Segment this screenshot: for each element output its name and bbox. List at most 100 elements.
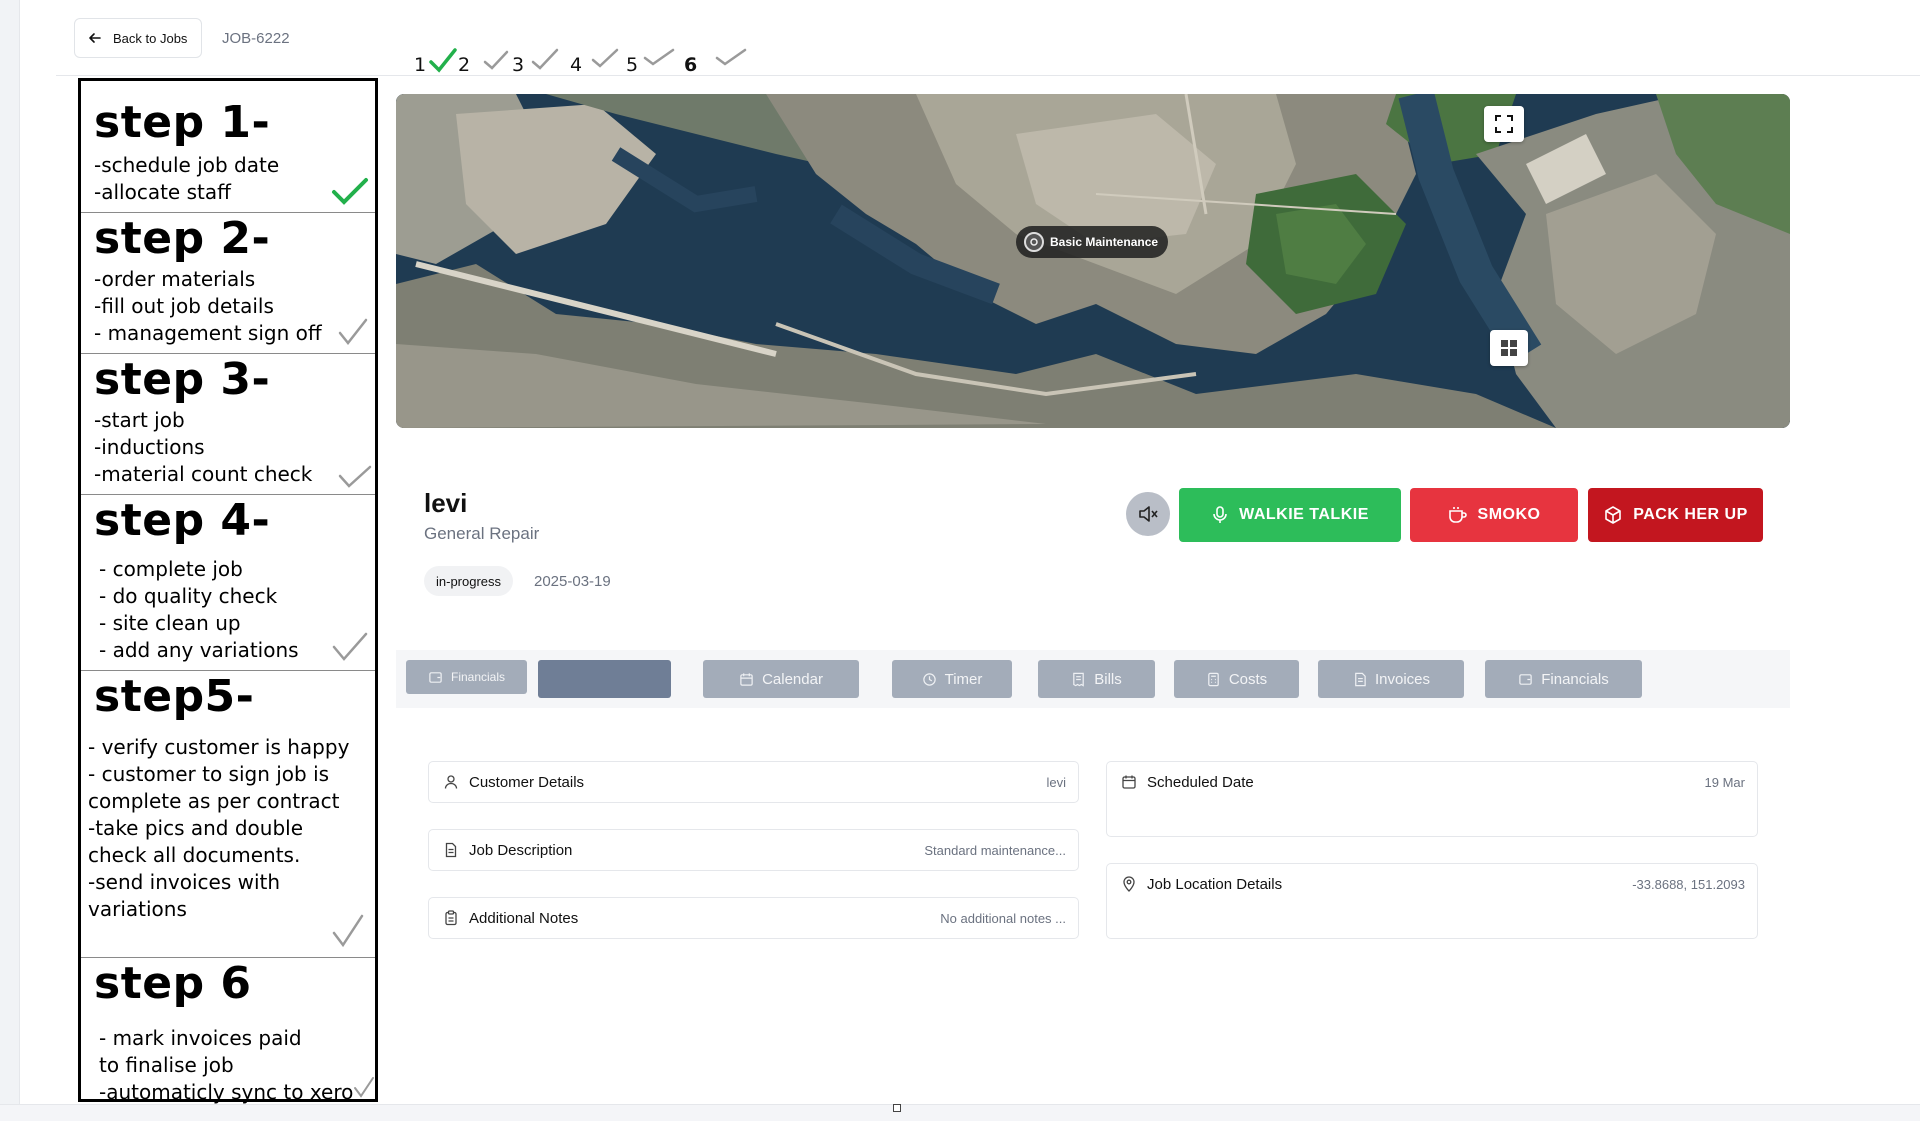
check-pending-icon <box>354 1077 374 1098</box>
tab-financials[interactable]: Financials <box>406 660 527 694</box>
detail-value: -33.8688, 151.2093 <box>1632 877 1745 892</box>
step-number: 4 <box>570 54 583 76</box>
tab-calendar[interactable]: Calendar <box>703 660 859 698</box>
step-task: -material count check <box>94 462 313 486</box>
job-description-row[interactable]: Job Description Standard maintenance... <box>428 829 1079 871</box>
step-title: step 1- <box>94 97 271 148</box>
map-view-toggle-button[interactable] <box>1490 330 1528 366</box>
step-number: 5 <box>626 54 639 76</box>
step-title: step 3- <box>94 354 271 405</box>
step-2: step 2- -order materials -fill out job d… <box>81 213 375 354</box>
step-number: 1 <box>414 54 427 76</box>
detail-value: No additional notes ... <box>940 911 1066 926</box>
walkie-talkie-button[interactable]: WALKIE TALKIE <box>1179 488 1401 542</box>
job-type: General Repair <box>424 524 540 543</box>
coffee-cup-icon <box>1448 507 1467 523</box>
step-task: variations <box>88 897 187 921</box>
step-task: -start job <box>94 408 185 432</box>
clock-icon <box>922 672 936 686</box>
job-tabs-bar: Financials Calendar Timer Bills Costs In… <box>396 650 1790 708</box>
fullscreen-button[interactable] <box>1484 106 1524 142</box>
detail-label: Job Location Details <box>1147 876 1283 893</box>
tab-label: Timer <box>944 670 983 688</box>
detail-value: 19 Mar <box>1704 775 1745 790</box>
customer-details-row[interactable]: Customer Details levi <box>428 761 1079 803</box>
satellite-map-image <box>396 94 1790 428</box>
tab-label: Financials <box>1541 670 1609 688</box>
tab-label: Invoices <box>1374 670 1431 688</box>
step-number: 3 <box>512 54 525 76</box>
tab-invoices[interactable]: Invoices <box>1318 660 1464 698</box>
receipt-icon <box>1073 672 1085 687</box>
step-task: -inductions <box>94 435 205 459</box>
detail-label: Scheduled Date <box>1147 774 1254 791</box>
wallet-icon <box>1519 673 1532 685</box>
step-task: -allocate staff <box>94 180 231 204</box>
smoko-button[interactable]: SMOKO <box>1410 488 1578 542</box>
additional-notes-row[interactable]: Additional Notes No additional notes ... <box>428 897 1079 939</box>
job-detail-page: Back to Jobs JOB-6222 1 2 3 4 5 6 step 1… <box>0 0 1920 1121</box>
step-6: step 6 - mark invoices paid to finalise … <box>81 958 375 1104</box>
tab-financials-2[interactable]: Financials <box>1485 660 1642 698</box>
job-location-row[interactable]: Job Location Details -33.8688, 151.2093 <box>1106 863 1758 939</box>
scheduled-date-row[interactable]: Scheduled Date 19 Mar <box>1106 761 1758 837</box>
detail-label: Job Description <box>469 842 573 859</box>
step-task: - management sign off <box>94 321 322 345</box>
step-task: check all documents. <box>88 843 301 867</box>
step-task: - verify customer is happy <box>88 735 350 759</box>
check-done-icon <box>332 178 368 205</box>
tab-label: Calendar <box>762 670 823 688</box>
detail-value: Standard maintenance... <box>924 843 1066 858</box>
job-id: JOB-6222 <box>222 30 290 47</box>
check-pending-icon <box>483 50 509 70</box>
tab-costs[interactable]: Costs <box>1174 660 1299 698</box>
step-task: -send invoices with <box>88 870 281 894</box>
status-badge: in-progress <box>424 566 514 596</box>
job-details-section: Customer Details levi Job Description St… <box>396 735 1790 1038</box>
step-task: - do quality check <box>99 584 278 608</box>
arrow-left-icon <box>89 33 101 43</box>
job-map-marker[interactable]: Basic Maintenance <box>1016 226 1169 258</box>
document-icon <box>445 842 457 858</box>
mute-button[interactable] <box>1126 492 1170 536</box>
microphone-icon <box>1213 506 1227 523</box>
step-4: step 4- - complete job - do quality chec… <box>81 495 375 671</box>
step-3: step 3- -start job -inductions -material… <box>81 354 375 495</box>
tab-active[interactable] <box>538 660 671 698</box>
resize-handle[interactable] <box>893 1104 901 1112</box>
back-label: Back to Jobs <box>113 30 188 46</box>
step-task: -fill out job details <box>94 294 274 318</box>
pack-her-up-button[interactable]: PACK HER UP <box>1588 488 1763 542</box>
detail-label: Additional Notes <box>469 910 579 927</box>
user-icon <box>444 775 458 789</box>
clipboard-icon <box>445 910 457 926</box>
step-1: step 1- -schedule job date -allocate sta… <box>81 81 375 213</box>
step-task: to finalise job <box>99 1053 234 1077</box>
fullscreen-icon <box>1495 115 1513 133</box>
calendar-icon <box>740 672 753 686</box>
step-task: -automaticly sync to xero <box>99 1080 354 1104</box>
step-task: -schedule job date <box>94 153 280 177</box>
wrench-icon <box>1024 232 1044 252</box>
job-info-card: levi General Repair in-progress 2025-03-… <box>396 456 1790 622</box>
detail-value: levi <box>1046 775 1066 790</box>
step-task: -take pics and double <box>88 816 304 840</box>
tab-timer[interactable]: Timer <box>892 660 1012 698</box>
tab-bills[interactable]: Bills <box>1038 660 1155 698</box>
check-pending-icon <box>332 632 368 661</box>
volume-mute-icon <box>1139 506 1158 522</box>
back-to-jobs-button[interactable]: Back to Jobs <box>74 18 203 58</box>
step-task: - mark invoices paid <box>99 1026 302 1050</box>
step-5: step5- - verify customer is happy - cust… <box>81 671 375 958</box>
job-date: 2025-03-19 <box>534 573 611 590</box>
invoice-icon <box>1355 672 1366 686</box>
step-title: step5- <box>94 671 255 722</box>
wallet-icon <box>429 671 442 683</box>
job-location-map[interactable]: Basic Maintenance <box>396 94 1790 428</box>
calendar-icon <box>1122 775 1136 789</box>
check-pending-icon <box>531 48 559 70</box>
steps-checklist-panel: step 1- -schedule job date -allocate sta… <box>78 78 378 1104</box>
detail-label: Customer Details <box>469 774 585 791</box>
bottom-status-bar <box>0 1104 1920 1121</box>
pack-label: PACK HER UP <box>1633 506 1748 523</box>
